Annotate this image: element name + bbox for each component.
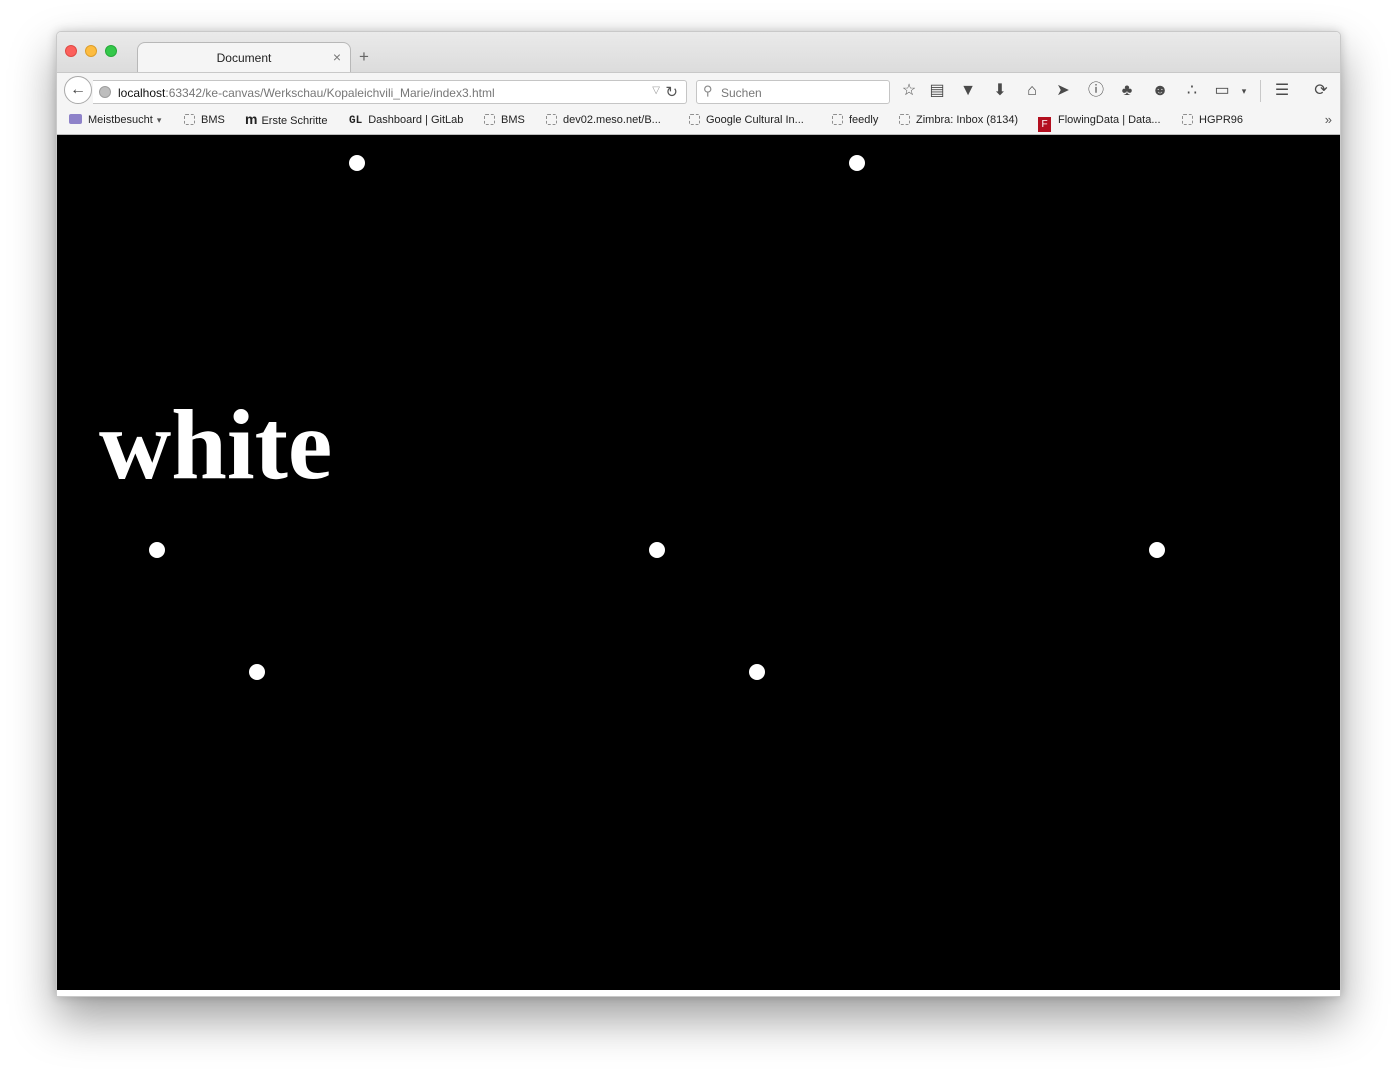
bookmark-dev02[interactable]: dev02.meso.net/B... — [546, 114, 661, 126]
bookmark-label: BMS — [501, 114, 525, 126]
search-icon: ⚲ — [703, 83, 713, 98]
more-bookmarks-chevron-icon[interactable]: » — [1325, 112, 1332, 127]
navigation-bar: ← localhost:63342/ke-canvas/Werkschau/Ko… — [57, 72, 1340, 109]
back-button[interactable]: ← — [64, 76, 92, 104]
tab-title: Document — [216, 51, 272, 65]
url-text[interactable]: localhost:63342/ke-canvas/Werkschau/Kopa… — [118, 86, 495, 100]
pocket-icon[interactable]: ▼ — [958, 81, 978, 101]
bookmark-flowingdata[interactable]: F FlowingData | Data... — [1038, 114, 1161, 132]
clipboard-icon[interactable]: ▭ — [1212, 81, 1232, 101]
sync-icon[interactable]: ⟳ — [1311, 81, 1331, 101]
dropdown-arrow-icon: ▾ — [156, 115, 162, 125]
bookmark-label: BMS — [201, 114, 225, 126]
folder-icon — [69, 114, 82, 124]
toolbar-separator — [1260, 80, 1261, 102]
bookmark-zimbra[interactable]: Zimbra: Inbox (8134) — [899, 114, 1018, 126]
info-icon[interactable]: ⓘ — [1086, 81, 1106, 101]
clipboard-dropdown-icon[interactable]: ▾ — [1234, 81, 1254, 101]
bookmark-gitlab[interactable]: GL Dashboard | GitLab — [349, 114, 463, 127]
dot — [249, 664, 265, 680]
bookmark-placeholder-icon — [484, 114, 495, 125]
dot — [849, 155, 865, 171]
bookmark-placeholder-icon — [899, 114, 910, 125]
tab-strip: Document × + — [57, 32, 1340, 72]
bookmark-label: Meistbesucht — [88, 114, 153, 126]
share-icon[interactable]: ∴ — [1182, 81, 1202, 101]
headline-word: white — [99, 389, 333, 500]
bookmark-bms[interactable]: BMS — [184, 114, 225, 126]
bookmark-placeholder-icon — [546, 114, 557, 125]
bookmark-label: dev02.meso.net/B... — [563, 114, 661, 126]
new-tab-button[interactable]: + — [359, 47, 369, 67]
menu-icon[interactable]: ☰ — [1272, 81, 1292, 101]
bookmark-placeholder-icon — [184, 114, 195, 125]
url-path: :63342/ke-canvas/Werkschau/Kopaleichvili… — [165, 86, 495, 100]
chat-icon[interactable]: ☻ — [1150, 81, 1170, 101]
bookmark-label: HGPR96 — [1199, 114, 1244, 126]
search-placeholder: Suchen — [721, 86, 762, 100]
reading-list-icon[interactable]: ▤ — [927, 81, 947, 101]
gitlab-icon: GL — [349, 115, 363, 127]
send-icon[interactable]: ➤ — [1053, 81, 1073, 101]
bookmark-placeholder-icon — [1182, 114, 1193, 125]
url-bar[interactable]: localhost:63342/ke-canvas/Werkschau/Kopa… — [93, 80, 687, 104]
dot — [1149, 542, 1165, 558]
home-icon[interactable]: ⌂ — [1022, 81, 1042, 101]
minimize-window-button[interactable] — [85, 45, 97, 57]
reload-icon[interactable]: ↻ — [665, 83, 678, 101]
dot — [349, 155, 365, 171]
bookmark-label: FlowingData | Data... — [1058, 114, 1161, 126]
globe-icon — [99, 86, 111, 98]
bookmark-label: Dashboard | GitLab — [368, 114, 464, 126]
close-window-button[interactable] — [65, 45, 77, 57]
dot — [749, 664, 765, 680]
extension-icon[interactable]: ♣ — [1117, 81, 1137, 101]
dot — [149, 542, 165, 558]
tab-close-icon[interactable]: × — [333, 49, 341, 65]
url-history-dropdown-icon[interactable]: ▽ — [652, 85, 660, 96]
bookmark-label: Erste Schritte — [261, 115, 328, 127]
url-host: localhost — [118, 86, 166, 100]
search-bar[interactable]: ⚲ Suchen — [696, 80, 890, 104]
page-canvas: white — [57, 135, 1340, 990]
bookmark-star-icon[interactable]: ☆ — [899, 81, 919, 101]
bookmark-label: feedly — [849, 114, 879, 126]
browser-window: Document × + ← localhost:63342/ke-canvas… — [56, 31, 1341, 997]
bookmarks-toolbar: Meistbesucht ▾ BMS m Erste Schritte GL Dash… — [57, 108, 1340, 135]
bookmark-placeholder-icon — [832, 114, 843, 125]
bookmark-google-cultural[interactable]: Google Cultural In... — [689, 114, 804, 126]
dot — [649, 542, 665, 558]
bookmark-erste-schritte[interactable]: m Erste Schritte — [245, 111, 328, 127]
downloads-icon[interactable]: ⬇ — [990, 81, 1010, 101]
bookmark-meistbesucht[interactable]: Meistbesucht ▾ — [69, 114, 161, 126]
bookmark-hgpr96[interactable]: HGPR96 — [1182, 114, 1243, 126]
m-logo-icon: m — [245, 111, 258, 127]
bookmark-label: Zimbra: Inbox (8134) — [916, 114, 1019, 126]
bookmark-label: Google Cultural In... — [706, 114, 804, 126]
bookmark-bms-2[interactable]: BMS — [484, 114, 525, 126]
bookmark-placeholder-icon — [689, 114, 700, 125]
flowingdata-icon: F — [1038, 117, 1051, 132]
tab-document[interactable]: Document × — [137, 42, 351, 72]
maximize-window-button[interactable] — [105, 45, 117, 57]
bookmark-feedly[interactable]: feedly — [832, 114, 878, 126]
